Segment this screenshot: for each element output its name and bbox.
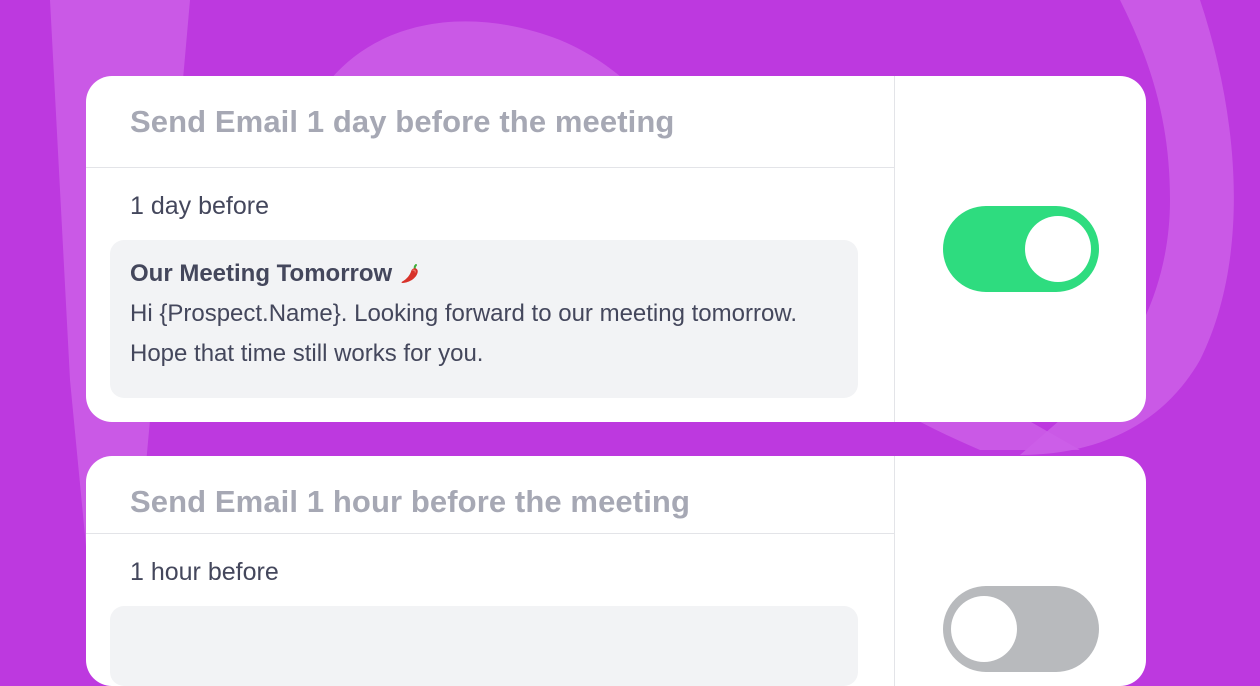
reminder-body: 1 day before Our Meeting Tomorrow Hi {Pr… bbox=[86, 168, 894, 398]
email-preview[interactable] bbox=[110, 606, 858, 686]
reminder-timing: 1 day before bbox=[130, 192, 269, 220]
email-subject: Our Meeting Tomorrow bbox=[130, 260, 393, 287]
reminder-title: Send Email 1 day before the meeting bbox=[86, 76, 894, 168]
toggle-knob bbox=[950, 596, 1017, 662]
chili-pepper-icon bbox=[398, 262, 422, 286]
email-body: Hi {Prospect.Name}. Looking forward to o… bbox=[130, 300, 797, 367]
reminder-title: Send Email 1 hour before the meeting bbox=[86, 456, 894, 534]
email-preview[interactable]: Our Meeting Tomorrow Hi {Prospect.Name}.… bbox=[110, 240, 858, 398]
reminder-disabled-toggle[interactable] bbox=[942, 586, 1099, 672]
reminder-body: 1 hour before bbox=[86, 534, 894, 686]
reminder-toggle-area bbox=[895, 76, 1146, 422]
reminder-card-1-hour: Send Email 1 hour before the meeting 1 h… bbox=[86, 456, 1146, 686]
reminder-timing: 1 hour before bbox=[130, 558, 279, 586]
reminder-card-1-day: Send Email 1 day before the meeting 1 da… bbox=[86, 76, 1146, 422]
toggle-knob bbox=[1024, 216, 1091, 282]
email-subject-line: Our Meeting Tomorrow bbox=[130, 258, 838, 290]
reminder-card-main: Send Email 1 day before the meeting 1 da… bbox=[86, 76, 895, 422]
reminder-card-main: Send Email 1 hour before the meeting 1 h… bbox=[86, 456, 895, 686]
reminder-enabled-toggle[interactable] bbox=[942, 206, 1099, 292]
reminder-toggle-area bbox=[895, 456, 1146, 686]
